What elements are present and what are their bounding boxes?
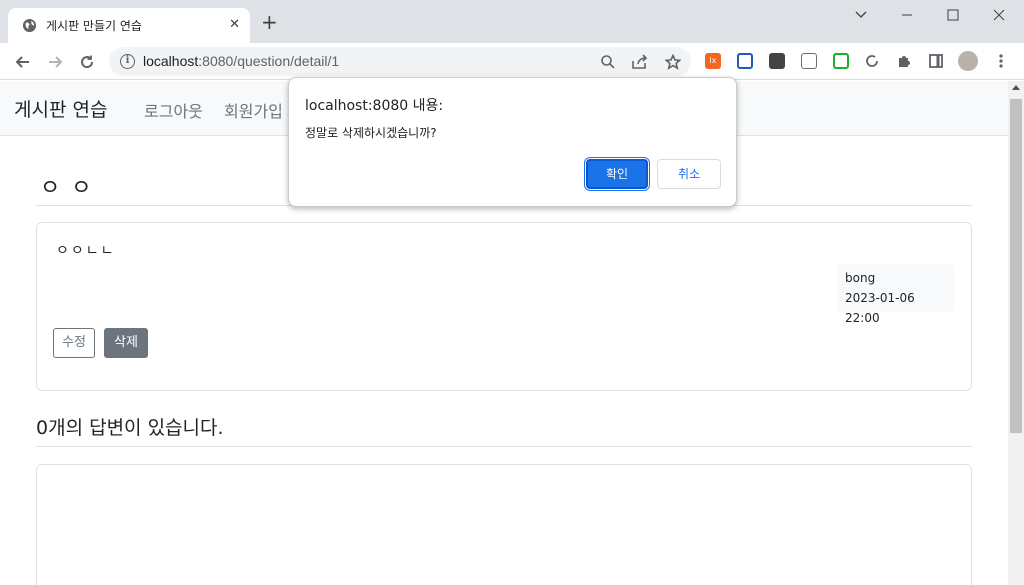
question-meta: bong 2023-01-06 22:00 (837, 264, 954, 325)
refresh-extension-icon[interactable] (863, 52, 881, 70)
page-scrollbar[interactable] (1008, 81, 1024, 585)
dialog-cancel-button[interactable]: 취소 (657, 159, 721, 189)
question-content: ㅇㅇㄴㄴ (56, 243, 116, 259)
question-author: bong (845, 271, 876, 285)
extension-green-icon[interactable] (833, 53, 849, 69)
puzzle-extensions-icon[interactable] (895, 52, 913, 70)
question-card: ㅇㅇㄴㄴ bong 2023-01-06 22:00 수정 삭제 (36, 222, 972, 391)
edit-button[interactable]: 수정 (53, 328, 95, 358)
dialog-ok-button[interactable]: 확인 (584, 157, 650, 191)
profile-avatar[interactable] (958, 51, 978, 71)
address-bar[interactable]: i localhost:8080/question/detail/1 (109, 47, 691, 76)
tab-title: 게시판 만들기 연습 (46, 19, 142, 33)
extension-window-icon[interactable] (801, 53, 817, 69)
site-brand[interactable]: 게시판 연습 (14, 95, 107, 122)
globe-icon (22, 18, 37, 33)
question-date: 2023-01-06 22:00 (845, 291, 915, 325)
maximize-icon[interactable] (930, 4, 976, 26)
new-tab-button[interactable]: + (261, 12, 278, 32)
extension-dark-icon[interactable] (769, 53, 785, 69)
back-arrow-icon[interactable] (11, 50, 35, 74)
share-icon[interactable] (631, 53, 649, 71)
answer-textarea[interactable] (36, 464, 972, 585)
browser-toolbar: i localhost:8080/question/detail/1 lx (0, 43, 1024, 80)
extension-hex-icon[interactable] (737, 53, 753, 69)
side-panel-icon[interactable] (927, 52, 945, 70)
dialog-message: 정말로 삭제하시겠습니까? (305, 126, 437, 140)
delete-button[interactable]: 삭제 (104, 328, 148, 358)
url-text[interactable]: localhost:8080/question/detail/1 (143, 53, 339, 69)
site-info-icon[interactable]: i (120, 54, 135, 69)
search-icon[interactable] (599, 53, 617, 71)
nav-signup-link[interactable]: 회원가입 (224, 98, 283, 122)
answers-count-heading: 0개의 답변이 있습니다. (36, 413, 972, 447)
scroll-up-arrow-icon[interactable] (1012, 85, 1020, 90)
confirm-dialog: localhost:8080 내용: 정말로 삭제하시겠습니까? 확인 취소 (288, 77, 737, 207)
nav-logout-link[interactable]: 로그아웃 (144, 98, 203, 122)
tab-search-chevron-icon[interactable] (838, 4, 884, 26)
forward-arrow-icon[interactable] (43, 50, 67, 74)
close-tab-icon[interactable]: ✕ (229, 17, 240, 32)
close-window-icon[interactable] (976, 4, 1022, 26)
scrollbar-thumb[interactable] (1010, 99, 1022, 433)
minimize-icon[interactable] (884, 4, 930, 26)
more-menu-icon[interactable] (992, 52, 1010, 70)
browser-tab[interactable]: 게시판 만들기 연습 ✕ (8, 8, 250, 43)
dialog-title: localhost:8080 내용: (305, 98, 444, 114)
reload-icon[interactable] (75, 50, 99, 74)
tab-strip: 게시판 만들기 연습 ✕ + (0, 0, 1024, 43)
bookmark-star-icon[interactable] (664, 53, 682, 71)
extension-orange-icon[interactable]: lx (705, 53, 721, 69)
